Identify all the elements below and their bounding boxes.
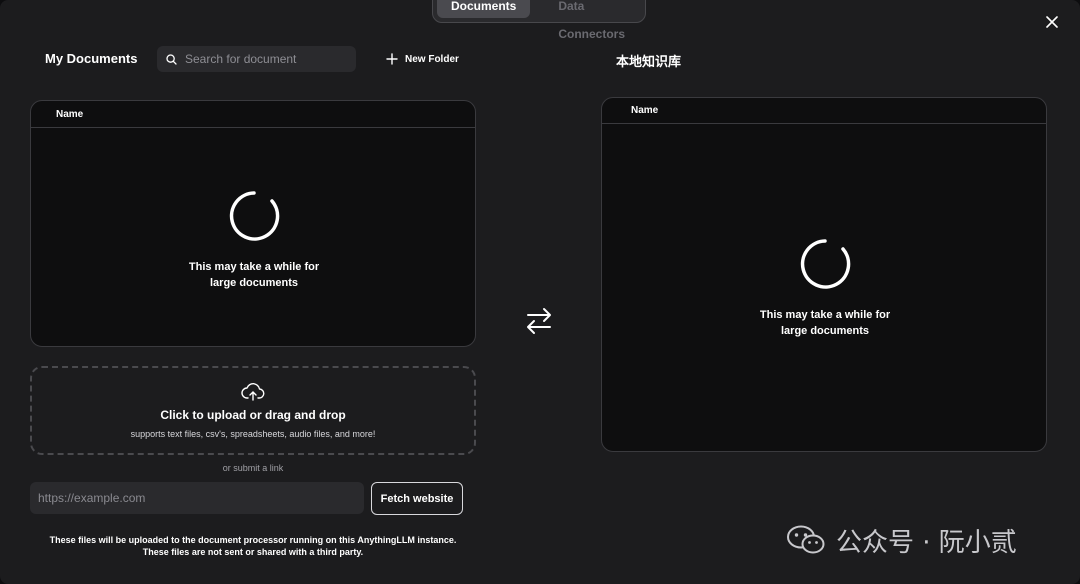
tab-bar: Documents Data Connectors bbox=[432, 0, 646, 41]
new-folder-button[interactable]: New Folder bbox=[386, 50, 459, 68]
close-button[interactable] bbox=[1041, 11, 1063, 33]
loading-text-line2: large documents bbox=[780, 325, 870, 337]
cloud-upload-icon bbox=[241, 383, 265, 401]
document-manager-modal: Documents Data Connectors My Documents N… bbox=[0, 0, 1080, 584]
search-icon bbox=[166, 53, 177, 65]
privacy-notice-line1: These files will be uploaded to the docu… bbox=[49, 535, 457, 545]
loading-text-line2: large documents bbox=[209, 277, 299, 289]
plus-icon bbox=[386, 53, 398, 65]
close-icon bbox=[1046, 16, 1058, 28]
upload-dropzone[interactable]: Click to upload or drag and drop support… bbox=[30, 366, 476, 455]
my-documents-panel: Name This may take a while for large doc… bbox=[30, 100, 476, 347]
fetch-website-button[interactable]: Fetch website bbox=[371, 482, 463, 515]
loading-spinner-icon bbox=[800, 239, 851, 289]
privacy-notice: These files will be uploaded to the docu… bbox=[30, 534, 476, 558]
loading-text: This may take a while for large document… bbox=[174, 259, 334, 291]
upload-title: Click to upload or drag and drop bbox=[160, 408, 346, 422]
loading-text: This may take a while for large document… bbox=[745, 307, 905, 339]
loading-text-line1: This may take a while for bbox=[759, 309, 891, 321]
workspace-title: 本地知识库 bbox=[616, 54, 682, 69]
tab-documents[interactable]: Documents bbox=[437, 0, 531, 18]
my-documents-title: My Documents bbox=[45, 51, 138, 66]
column-header-name[interactable]: Name bbox=[602, 98, 1046, 124]
search-box[interactable] bbox=[157, 46, 356, 72]
privacy-notice-line2: These files are not sent or shared with … bbox=[142, 547, 364, 557]
new-folder-label: New Folder bbox=[405, 53, 459, 65]
tab-data-connectors[interactable]: Data Connectors bbox=[544, 0, 645, 41]
wechat-icon bbox=[787, 525, 825, 554]
watermark: 公众号 · 阮小贰 bbox=[786, 522, 1017, 558]
loading-spinner-icon bbox=[229, 191, 280, 241]
loading-text-line1: This may take a while for bbox=[188, 261, 320, 273]
search-input[interactable] bbox=[185, 52, 345, 66]
watermark-text: 公众号 · 阮小贰 bbox=[836, 527, 1017, 558]
upload-subtitle: supports text files, csv's, spreadsheets… bbox=[130, 429, 376, 439]
or-submit-link-text: or submit a link bbox=[222, 463, 284, 473]
loading-indicator: This may take a while for large document… bbox=[154, 189, 354, 291]
column-header-name[interactable]: Name bbox=[31, 101, 475, 128]
loading-indicator: This may take a while for large document… bbox=[725, 237, 925, 339]
swap-arrows-icon[interactable] bbox=[523, 306, 555, 336]
url-input[interactable] bbox=[30, 482, 364, 514]
workspace-documents-panel: Name This may take a while for large doc… bbox=[601, 97, 1047, 452]
